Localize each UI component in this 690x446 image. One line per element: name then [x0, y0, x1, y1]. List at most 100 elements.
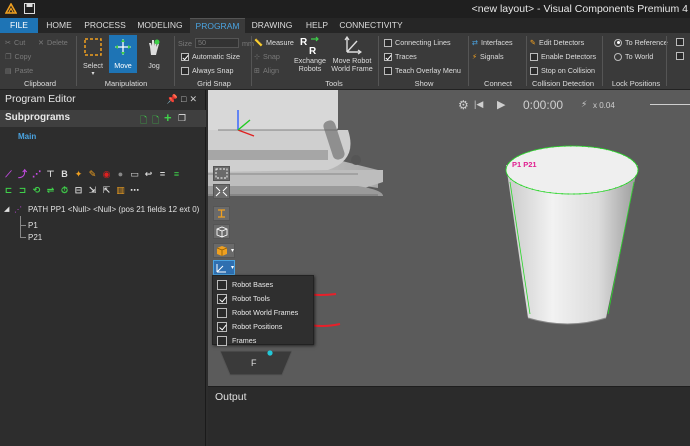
tab-modeling[interactable]: MODELING: [132, 18, 188, 33]
copy-subprogram-icon[interactable]: ❐: [178, 113, 186, 124]
set-icon[interactable]: ≡: [170, 168, 183, 181]
speed-slider[interactable]: [650, 104, 690, 105]
checkbox: [384, 66, 392, 75]
chevron-down-icon: ▾: [230, 265, 234, 271]
pin-icon[interactable]: 📌: [167, 94, 181, 104]
wait-signal-icon[interactable]: ⊟: [72, 184, 85, 197]
edit-detectors-button[interactable]: ✎ Edit Detectors: [530, 38, 584, 47]
program-editor-panel: Program Editor 📌□✕ Subprograms 🗋 🗋 + ❐ M…: [0, 90, 206, 446]
if-icon[interactable]: ⊏: [2, 184, 15, 197]
close-icon[interactable]: ✕: [189, 94, 200, 104]
align-button[interactable]: ⊞ Align: [254, 66, 279, 75]
viewport-snap-button[interactable]: [213, 206, 230, 221]
menu-item-robot-world-frames[interactable]: Robot World Frames: [217, 306, 298, 319]
ribbon-separator: [251, 36, 252, 86]
add-icon[interactable]: +: [164, 110, 172, 125]
copy-button[interactable]: ❐ Copy: [5, 52, 31, 61]
cup-model: [505, 145, 639, 325]
checkbox: [384, 52, 392, 61]
tab-file[interactable]: FILE: [0, 18, 38, 33]
to-world-radio[interactable]: To World: [614, 52, 653, 61]
print-icon[interactable]: ✦: [72, 168, 85, 181]
tab-process[interactable]: PROCESS: [82, 18, 128, 33]
joint-motion-icon[interactable]: ⤴: [16, 168, 29, 181]
speed-icon[interactable]: ⚡: [581, 99, 587, 110]
ribbon-tabs: FILE HOME PROCESS MODELING PROGRAM DRAWI…: [0, 18, 690, 33]
while-icon[interactable]: ⊐: [16, 184, 29, 197]
define-icon[interactable]: ▭: [128, 168, 141, 181]
clipboard-group-label: Clipboard: [23, 79, 57, 88]
grid-size-field[interactable]: Size 50 mm: [178, 38, 254, 48]
tool-frame-icon[interactable]: ⊤: [44, 168, 57, 181]
ribbon-separator: [76, 36, 77, 86]
to-reference-radio[interactable]: To Reference: [614, 38, 668, 47]
enable-detectors-checkbox[interactable]: Enable Detectors: [530, 52, 596, 61]
snap-button[interactable]: ⊹ Snap: [254, 52, 280, 61]
cut-button[interactable]: ✂ Cut: [5, 38, 25, 47]
radio-button: [614, 52, 622, 61]
viewport-select-button[interactable]: [213, 166, 230, 181]
always-snap-checkbox[interactable]: Always Snap: [181, 66, 234, 75]
switch-icon[interactable]: ⇌: [44, 184, 57, 197]
base-frame-icon[interactable]: B: [58, 168, 71, 181]
viewport-render-mode-button[interactable]: ▾: [213, 243, 235, 258]
viewport-visibility-button[interactable]: ▾: [213, 260, 235, 275]
statement-toolbar-row-1: ⟋ ⤴ ⋰ ⊤ B ✦ ✎ ◉ ● ▭ ↩ = ≡: [2, 167, 198, 181]
menu-item-robot-bases[interactable]: Robot Bases: [217, 278, 273, 291]
tab-program[interactable]: PROGRAM: [190, 18, 245, 33]
overflow-checkbox[interactable]: [676, 52, 684, 60]
interfaces-button[interactable]: ⇄ Interfaces: [472, 38, 513, 47]
axis-frame-icon: [344, 35, 363, 55]
move-robot-world-frame-button[interactable]: Move Robot World Frame: [330, 35, 374, 81]
more-statements-icon[interactable]: ⋯: [128, 184, 141, 197]
stop-on-collision-checkbox[interactable]: Stop on Collision: [530, 66, 595, 75]
halt-icon[interactable]: ●: [114, 168, 127, 181]
3d-viewport[interactable]: P1 P21 ⚙ |◀ ▶ 0:00:00 ⚡ x 0.04 ▾ ▾ Robot…: [208, 90, 690, 386]
play-icon[interactable]: ▶: [497, 98, 505, 111]
exchange-robots-button[interactable]: R R Exchange Robots: [294, 35, 326, 81]
menu-item-robot-tools[interactable]: Robot Tools: [217, 292, 270, 305]
output-title: Output: [215, 391, 247, 403]
delay-icon[interactable]: ⏱: [58, 184, 71, 197]
release-icon[interactable]: ⇱: [100, 184, 113, 197]
linear-motion-icon[interactable]: ⟋: [2, 168, 15, 181]
subprogram-main[interactable]: Main: [18, 132, 36, 141]
delete-button[interactable]: ✕ Delete: [38, 38, 68, 47]
overflow-checkbox[interactable]: [676, 38, 684, 46]
viewport-fit-button[interactable]: [213, 184, 230, 199]
move-button[interactable]: Move: [109, 35, 137, 73]
menu-item-robot-positions[interactable]: Robot Positions: [217, 320, 282, 333]
grasp-icon[interactable]: ⇲: [86, 184, 99, 197]
connecting-lines-checkbox[interactable]: Connecting Lines: [384, 38, 451, 47]
measure-button[interactable]: 📏 Measure: [254, 38, 294, 47]
tab-connectivity[interactable]: CONNECTIVITY: [338, 18, 404, 33]
call-icon[interactable]: ◉: [100, 168, 113, 181]
gear-icon[interactable]: ⚙: [458, 98, 469, 112]
path-point-label: P1 P21: [512, 160, 537, 169]
tab-drawing[interactable]: DRAWING: [248, 18, 296, 33]
teach-overlay-menu-checkbox[interactable]: Teach Overlay Menu: [384, 66, 461, 75]
viewport-cube-button[interactable]: [213, 224, 230, 239]
statistics-icon[interactable]: ▥: [114, 184, 127, 197]
new-subprogram-icon[interactable]: 🗋: [140, 113, 147, 129]
rewind-icon[interactable]: |◀: [474, 99, 483, 110]
select-button[interactable]: Select ▾: [79, 35, 107, 77]
checkbox: [181, 52, 189, 61]
signals-button[interactable]: ⚡ Signals: [472, 52, 504, 61]
hand-icon: [149, 39, 160, 55]
assign-icon[interactable]: =: [156, 168, 169, 181]
return-icon[interactable]: ↩: [142, 168, 155, 181]
tab-home[interactable]: HOME: [40, 18, 78, 33]
comment-icon[interactable]: ✎: [86, 168, 99, 181]
automatic-size-checkbox[interactable]: Automatic Size: [181, 52, 240, 61]
paste-button[interactable]: ▤ Paste: [5, 66, 33, 75]
path-icon[interactable]: ⋰: [30, 168, 43, 181]
tab-help[interactable]: HELP: [300, 18, 334, 33]
checkbox: [676, 38, 684, 46]
import-subprogram-icon[interactable]: 🗋: [152, 113, 159, 129]
collapse-icon[interactable]: ◢: [4, 205, 9, 213]
loop-icon[interactable]: ⟲: [30, 184, 43, 197]
jog-button[interactable]: Jog: [140, 35, 168, 73]
save-icon[interactable]: [24, 3, 35, 14]
traces-checkbox[interactable]: Traces: [384, 52, 417, 61]
